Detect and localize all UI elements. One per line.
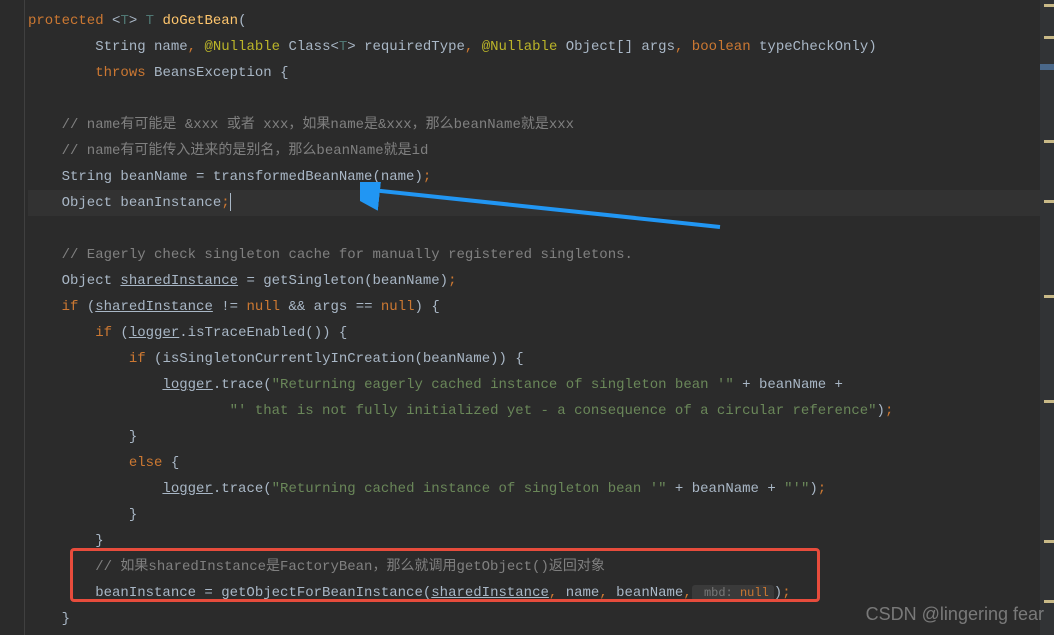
param-hint: mbd: null — [692, 585, 774, 601]
code-editor[interactable]: protected <T> T doGetBean( String name, … — [0, 0, 1054, 632]
code-line: } — [28, 502, 1054, 528]
code-line: if (sharedInstance != null && args == nu… — [28, 294, 1054, 320]
code-line: "' that is not fully initialized yet - a… — [28, 398, 1054, 424]
code-line: String beanName = transformedBeanName(na… — [28, 164, 1054, 190]
code-comment: // name有可能是 &xxx 或者 xxx，如果name是&xxx，那么be… — [28, 112, 1054, 138]
text-cursor — [230, 193, 231, 211]
code-line: if (logger.isTraceEnabled()) { — [28, 320, 1054, 346]
code-line: Object sharedInstance = getSingleton(bea… — [28, 268, 1054, 294]
code-line: } — [28, 528, 1054, 554]
minimap[interactable] — [1040, 0, 1054, 635]
code-line-current: Object beanInstance; — [28, 190, 1054, 216]
minimap-marker — [1044, 36, 1054, 39]
minimap-cursor — [1040, 64, 1054, 70]
code-line: throws BeansException { — [28, 60, 1054, 86]
code-line: if (isSingletonCurrentlyInCreation(beanN… — [28, 346, 1054, 372]
minimap-marker — [1044, 200, 1054, 203]
code-line: logger.trace("Returning eagerly cached i… — [28, 372, 1054, 398]
code-line: protected <T> T doGetBean( — [28, 8, 1054, 34]
minimap-marker — [1044, 540, 1054, 543]
watermark: CSDN @lingering fear — [866, 601, 1044, 627]
code-comment: // name有可能传入进来的是别名，那么beanName就是id — [28, 138, 1054, 164]
code-line — [28, 86, 1054, 112]
code-line: String name, @Nullable Class<T> required… — [28, 34, 1054, 60]
minimap-marker — [1044, 140, 1054, 143]
code-comment: // 如果sharedInstance是FactoryBean，那么就调用get… — [28, 554, 1054, 580]
code-line: logger.trace("Returning cached instance … — [28, 476, 1054, 502]
code-comment: // Eagerly check singleton cache for man… — [28, 242, 1054, 268]
minimap-marker — [1044, 600, 1054, 603]
minimap-marker — [1044, 400, 1054, 403]
minimap-marker — [1044, 295, 1054, 298]
code-line — [28, 216, 1054, 242]
code-line: } — [28, 424, 1054, 450]
code-line: else { — [28, 450, 1054, 476]
minimap-marker — [1044, 4, 1054, 7]
